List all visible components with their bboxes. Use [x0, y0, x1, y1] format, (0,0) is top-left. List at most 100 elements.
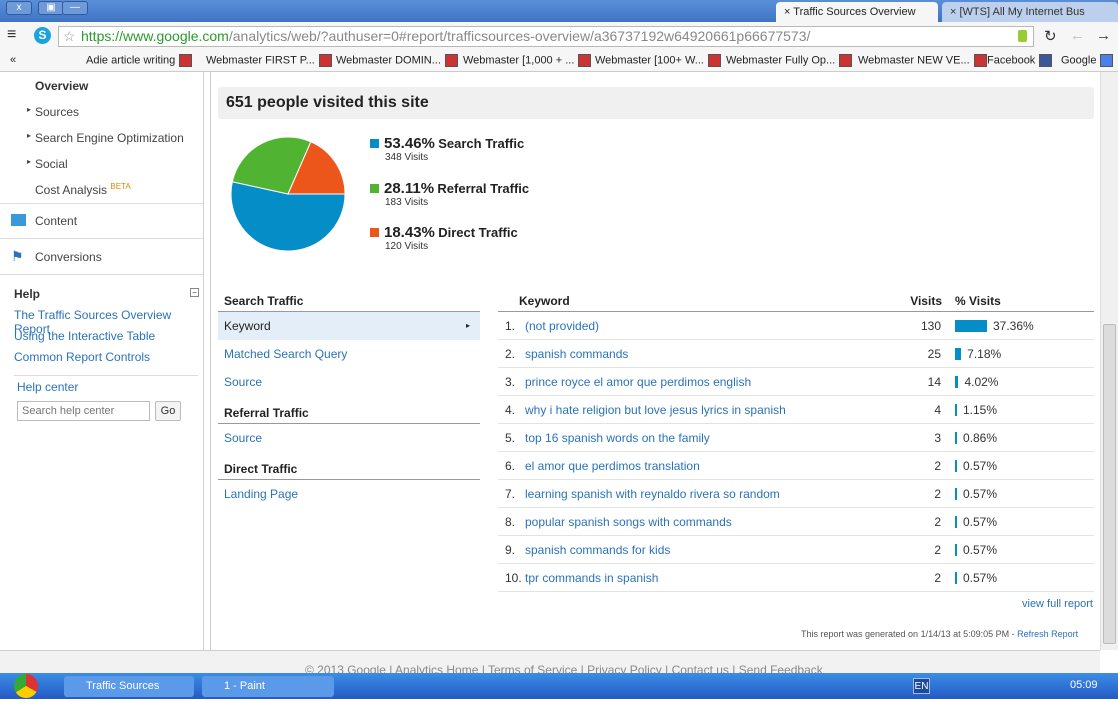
keyword-link[interactable]: el amor que perdimos translation: [525, 452, 700, 480]
sidebar-item-conversions[interactable]: ⚑ Conversions: [11, 248, 102, 264]
visits-value: 25: [927, 347, 941, 361]
visits-value: 2: [934, 571, 941, 585]
dimension-search-source[interactable]: Source: [218, 368, 480, 396]
dimension-keyword[interactable]: Keyword ▸: [218, 312, 480, 340]
help-title: Help: [14, 287, 41, 301]
visits-value: 2: [934, 515, 941, 529]
percent-value: 0.57%: [963, 459, 998, 473]
scrollbar[interactable]: [1100, 72, 1118, 650]
menu-icon[interactable]: ≡: [7, 26, 16, 44]
legend-referral: 28.11% Referral Traffic 183 Visits: [370, 180, 529, 208]
go-button[interactable]: Go: [155, 401, 181, 421]
sidebar-item-overview[interactable]: Overview: [35, 79, 88, 93]
percent-bar: [955, 544, 957, 556]
dimension-landing-page[interactable]: Landing Page: [218, 480, 480, 508]
sidebar-item-content[interactable]: Content: [11, 214, 77, 228]
minimize-window-button[interactable]: —: [62, 1, 88, 15]
collapse-icon[interactable]: −: [190, 288, 199, 297]
percent-value: 7.18%: [967, 347, 1002, 361]
keyword-link[interactable]: (not provided): [525, 312, 599, 340]
percent-bar: [955, 516, 957, 528]
close-window-button[interactable]: x: [6, 1, 32, 15]
bookmark[interactable]: Webmaster Fully Op...: [726, 54, 853, 67]
bookmark-google[interactable]: Google: [1061, 54, 1114, 67]
row-number: 3.: [505, 375, 516, 389]
direct-traffic-header: Direct Traffic: [218, 458, 480, 480]
lock-icon: [1018, 30, 1027, 42]
row-number: 2.: [505, 347, 516, 361]
reload-icon[interactable]: ↻: [1044, 27, 1057, 45]
help-link[interactable]: Common Report Controls: [14, 350, 150, 364]
table-row: 10. tpr commands in spanish 2 0.57%: [498, 564, 1094, 592]
bookmark[interactable]: Adie article writing: [86, 54, 193, 67]
bookmark[interactable]: Webmaster NEW VE...: [858, 54, 987, 67]
url-host: https://www.google.com: [81, 28, 229, 44]
taskbar-item-browser[interactable]: Traffic Sources Over...: [64, 676, 194, 713]
bookmark-facebook[interactable]: Facebook: [987, 54, 1053, 67]
keyword-link[interactable]: prince royce el amor que perdimos englis…: [525, 368, 751, 396]
visits-value: 2: [934, 459, 941, 473]
keyword-link[interactable]: learning spanish with reynaldo rivera so…: [525, 480, 780, 508]
refresh-report-link[interactable]: Refresh Report: [1017, 629, 1078, 639]
address-bar[interactable]: ☆ https://www.google.com/analytics/web/?…: [58, 26, 1034, 47]
search-traffic-header: Search Traffic: [218, 290, 480, 312]
back-icon[interactable]: ←: [1070, 27, 1085, 44]
sidebar-item-sources[interactable]: ▸ Sources: [27, 105, 79, 119]
percent-value: 0.57%: [963, 487, 998, 501]
star-icon[interactable]: ☆: [63, 27, 76, 46]
page-title: 651 people visited this site: [218, 87, 1094, 119]
scrollbar-thumb[interactable]: [1103, 324, 1116, 644]
visits-value: 3: [934, 431, 941, 445]
percent-bar: [955, 404, 957, 416]
legend-direct: 18.43% Direct Traffic 120 Visits: [370, 224, 518, 252]
language-indicator[interactable]: EN: [913, 678, 930, 694]
sidebar-item-seo[interactable]: ▸ Search Engine Optimization: [27, 131, 184, 145]
url-path: /analytics/web/?authuser=0#report/traffi…: [228, 28, 811, 44]
sidebar-item-social[interactable]: ▸ Social: [27, 157, 68, 171]
visits-value: 130: [920, 319, 941, 333]
bookmark[interactable]: Webmaster [100+ W...: [595, 54, 721, 67]
keyword-link[interactable]: popular spanish songs with commands: [525, 508, 732, 536]
legend-search: 53.46% Search Traffic 348 Visits: [370, 135, 524, 163]
keyword-link[interactable]: why i hate religion but love jesus lyric…: [525, 396, 786, 424]
percent-bar: [955, 460, 957, 472]
dimension-referral-source[interactable]: Source: [218, 424, 480, 452]
table-row: 5. top 16 spanish words on the family 3 …: [498, 424, 1094, 452]
bookmarks-chevron-icon[interactable]: «: [10, 54, 16, 66]
percent-value: 37.36%: [993, 319, 1034, 333]
help-link[interactable]: Using the Interactive Table: [14, 329, 155, 343]
flag-icon: ⚑: [11, 248, 24, 264]
tab-label: Traffic Sources Overview: [793, 6, 916, 18]
row-number: 1.: [505, 319, 516, 333]
sidebar-item-cost-analysis[interactable]: Cost Analysis BETA: [35, 182, 131, 197]
keyword-link[interactable]: top 16 spanish words on the family: [525, 424, 710, 452]
help-search-input[interactable]: [17, 401, 150, 421]
help-center-link[interactable]: Help center: [17, 380, 78, 394]
forward-icon[interactable]: →: [1096, 27, 1111, 44]
view-full-report-link[interactable]: view full report: [1022, 598, 1093, 610]
percent-value: 1.15%: [963, 403, 998, 417]
keyword-link[interactable]: spanish commands: [525, 340, 628, 368]
bookmark[interactable]: Webmaster [1,000 + ...: [463, 54, 592, 67]
table-row: 3. prince royce el amor que perdimos eng…: [498, 368, 1094, 396]
dimension-matched-query[interactable]: Matched Search Query: [218, 340, 480, 368]
tab-wts[interactable]: × [WTS] All My Internet Bus: [942, 2, 1118, 22]
percent-value: 0.57%: [963, 543, 998, 557]
restore-window-button[interactable]: ▣: [38, 1, 64, 15]
table-row: 4. why i hate religion but love jesus ly…: [498, 396, 1094, 424]
keyword-table-header: Keyword Visits % Visits: [498, 290, 1094, 312]
percent-bar: [955, 572, 957, 584]
row-number: 5.: [505, 431, 516, 445]
tab-traffic-sources[interactable]: × Traffic Sources Overview: [776, 2, 938, 22]
percent-value: 4.02%: [964, 375, 999, 389]
table-row: 6. el amor que perdimos translation 2 0.…: [498, 452, 1094, 480]
keyword-link[interactable]: spanish commands for kids: [525, 536, 670, 564]
percent-value: 0.86%: [963, 431, 998, 445]
keyword-link[interactable]: tpr commands in spanish: [525, 564, 658, 592]
tab-label: [WTS] All My Internet Bus: [959, 6, 1085, 18]
skype-icon[interactable]: S: [34, 27, 51, 44]
bookmark[interactable]: Webmaster DOMIN...: [336, 54, 458, 67]
bookmark[interactable]: Webmaster FIRST P...: [206, 54, 332, 67]
start-button[interactable]: [14, 674, 38, 698]
taskbar-item-paint[interactable]: 1 - Paint: [202, 676, 334, 697]
